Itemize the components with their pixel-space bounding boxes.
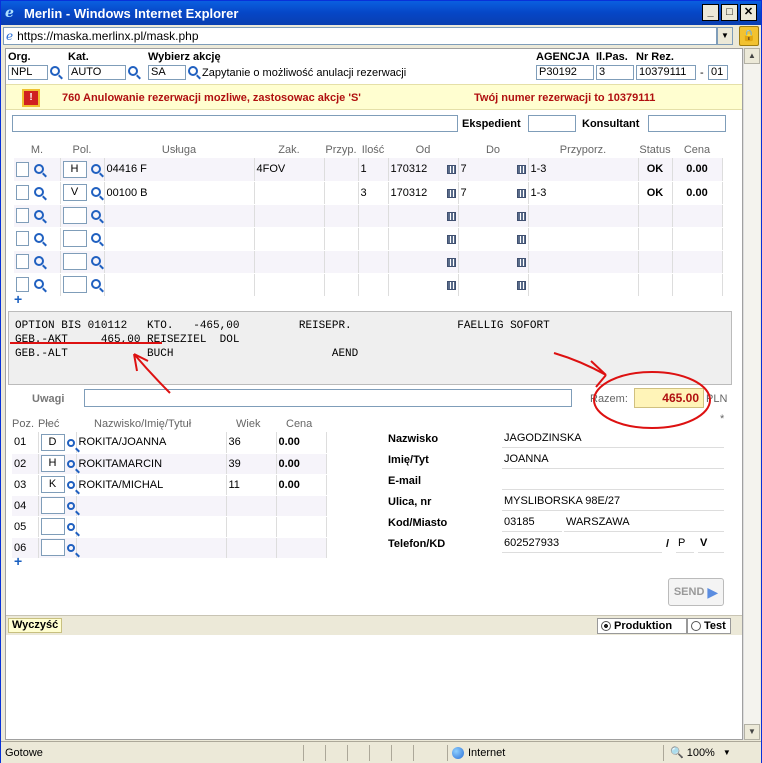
url-field[interactable]: e https://maska.merlinx.pl/mask.php <box>3 27 717 45</box>
miasto-input[interactable]: WARSZAWA <box>564 513 724 532</box>
plec-search-icon[interactable] <box>66 523 75 532</box>
globe-icon <box>452 746 464 759</box>
zoom-control[interactable]: 🔍 100% ▼ <box>663 744 743 761</box>
window-title: Merlin - Windows Internet Explorer <box>24 5 239 21</box>
nazwisko-cell[interactable] <box>76 537 227 559</box>
poz-cell: 05 <box>12 516 39 538</box>
lock-icon[interactable]: 🔒 <box>739 26 759 46</box>
status-text: Gotowe <box>5 746 43 759</box>
pax-cena-cell: 0.00 <box>276 474 327 496</box>
poz-cell: 04 <box>12 495 39 517</box>
radio-unchecked-icon[interactable] <box>691 621 701 631</box>
wiek-cell[interactable] <box>226 537 277 559</box>
passenger-row: 05 <box>12 516 327 538</box>
test-label: Test <box>704 620 726 632</box>
status-cell <box>347 744 369 761</box>
plec-cell <box>38 537 77 559</box>
produktion-radio-option[interactable]: Produktion <box>597 618 687 634</box>
close-button[interactable]: ✕ <box>740 4 757 21</box>
address-bar: e https://maska.merlinx.pl/mask.php ▼ 🔒 <box>3 25 759 47</box>
email-label: E-mail <box>388 475 422 487</box>
pax-cena-cell <box>276 516 327 538</box>
plec-input[interactable]: K <box>40 476 65 493</box>
plec-input[interactable] <box>40 518 65 535</box>
status-bar: Gotowe Internet 🔍 100% ▼ <box>1 741 761 763</box>
plec-search-icon[interactable] <box>66 502 75 511</box>
ie-logo-icon: e <box>5 5 14 21</box>
passenger-row: 03 K ROKITA/MICHAL 11 0.00 <box>12 474 327 496</box>
url-text: https://maska.merlinx.pl/mask.php <box>17 29 199 43</box>
wiek-cell[interactable]: 11 <box>226 474 277 496</box>
send-label: SEND <box>673 586 705 598</box>
plec-input[interactable] <box>40 497 65 514</box>
zoom-dropdown-icon[interactable]: ▼ <box>723 748 731 757</box>
nazwisko-cell[interactable] <box>76 516 227 538</box>
wyczysc-button[interactable]: Wyczyść <box>8 618 63 633</box>
plec-cell <box>38 495 77 517</box>
ulica-input[interactable]: MYSLIBORSKA 98E/27 <box>502 492 724 511</box>
plec-input[interactable] <box>40 539 65 556</box>
poz-cell: 03 <box>12 474 39 496</box>
kod-input[interactable]: 03185 <box>502 513 562 532</box>
send-button[interactable]: SEND ▶ <box>668 578 724 606</box>
scroll-down-button[interactable]: ▼ <box>744 724 760 740</box>
title-bar: e Merlin - Windows Internet Explorer _ □… <box>1 1 761 25</box>
browser-window: e Merlin - Windows Internet Explorer _ □… <box>0 0 762 763</box>
arrow-right-icon: ▶ <box>707 583 719 600</box>
email-input[interactable] <box>502 471 724 490</box>
kod-label: Kod/Miasto <box>388 517 448 529</box>
wiek-cell[interactable] <box>226 516 277 538</box>
passenger-row: 04 <box>12 495 327 517</box>
plec-cell: K <box>38 474 77 496</box>
bottom-toolbar: Wyczyść Produktion Test <box>6 615 742 635</box>
telefon-label: Telefon/KD <box>388 538 446 550</box>
produktion-label: Produktion <box>614 620 673 632</box>
annotation-overlay <box>10 342 711 429</box>
arrow-annotation-right <box>553 352 607 388</box>
address-dropdown-button[interactable]: ▼ <box>717 27 733 45</box>
status-cell <box>369 744 391 761</box>
zoom-level: 100% <box>686 746 715 759</box>
page-content: Org. Kat. Wybierz akcję AGENCJA Il.Pas. … <box>5 48 743 740</box>
page-icon: e <box>6 29 14 43</box>
status-cell <box>325 744 347 761</box>
telefon-separator: / <box>666 538 670 550</box>
ulica-label: Ulica, nr <box>388 496 432 508</box>
arrow-annotation-left <box>133 353 171 394</box>
minimize-button[interactable]: _ <box>702 4 719 21</box>
scroll-up-button[interactable]: ▲ <box>744 48 760 64</box>
kd-input-1[interactable]: P <box>676 534 694 553</box>
zone-indicator: Internet <box>447 744 663 761</box>
status-cell <box>413 744 447 761</box>
circle-annotation <box>593 371 711 429</box>
plec-cell <box>38 516 77 538</box>
pax-cena-cell <box>276 495 327 517</box>
maximize-button[interactable]: □ <box>721 4 738 21</box>
radio-checked-icon[interactable] <box>601 621 611 631</box>
wiek-cell[interactable] <box>226 495 277 517</box>
status-cell <box>303 744 325 761</box>
status-cell <box>391 744 413 761</box>
nazwisko-cell[interactable] <box>76 495 227 517</box>
zoom-icon: 🔍 <box>670 747 684 759</box>
add-passenger-icon[interactable]: + <box>14 553 22 569</box>
telefon-input[interactable]: 602527933 <box>502 534 662 553</box>
vertical-scrollbar[interactable]: ▲ ▼ <box>743 48 760 740</box>
kd-input-2[interactable]: V <box>698 534 724 553</box>
pax-cena-cell <box>276 537 327 559</box>
plec-search-icon[interactable] <box>66 544 75 553</box>
passenger-row: 06 <box>12 537 327 559</box>
plec-search-icon[interactable] <box>66 481 75 490</box>
nazwisko-cell[interactable]: ROKITA/MICHAL <box>76 474 227 496</box>
test-radio-option[interactable]: Test <box>687 618 731 634</box>
zone-text: Internet <box>468 746 506 759</box>
